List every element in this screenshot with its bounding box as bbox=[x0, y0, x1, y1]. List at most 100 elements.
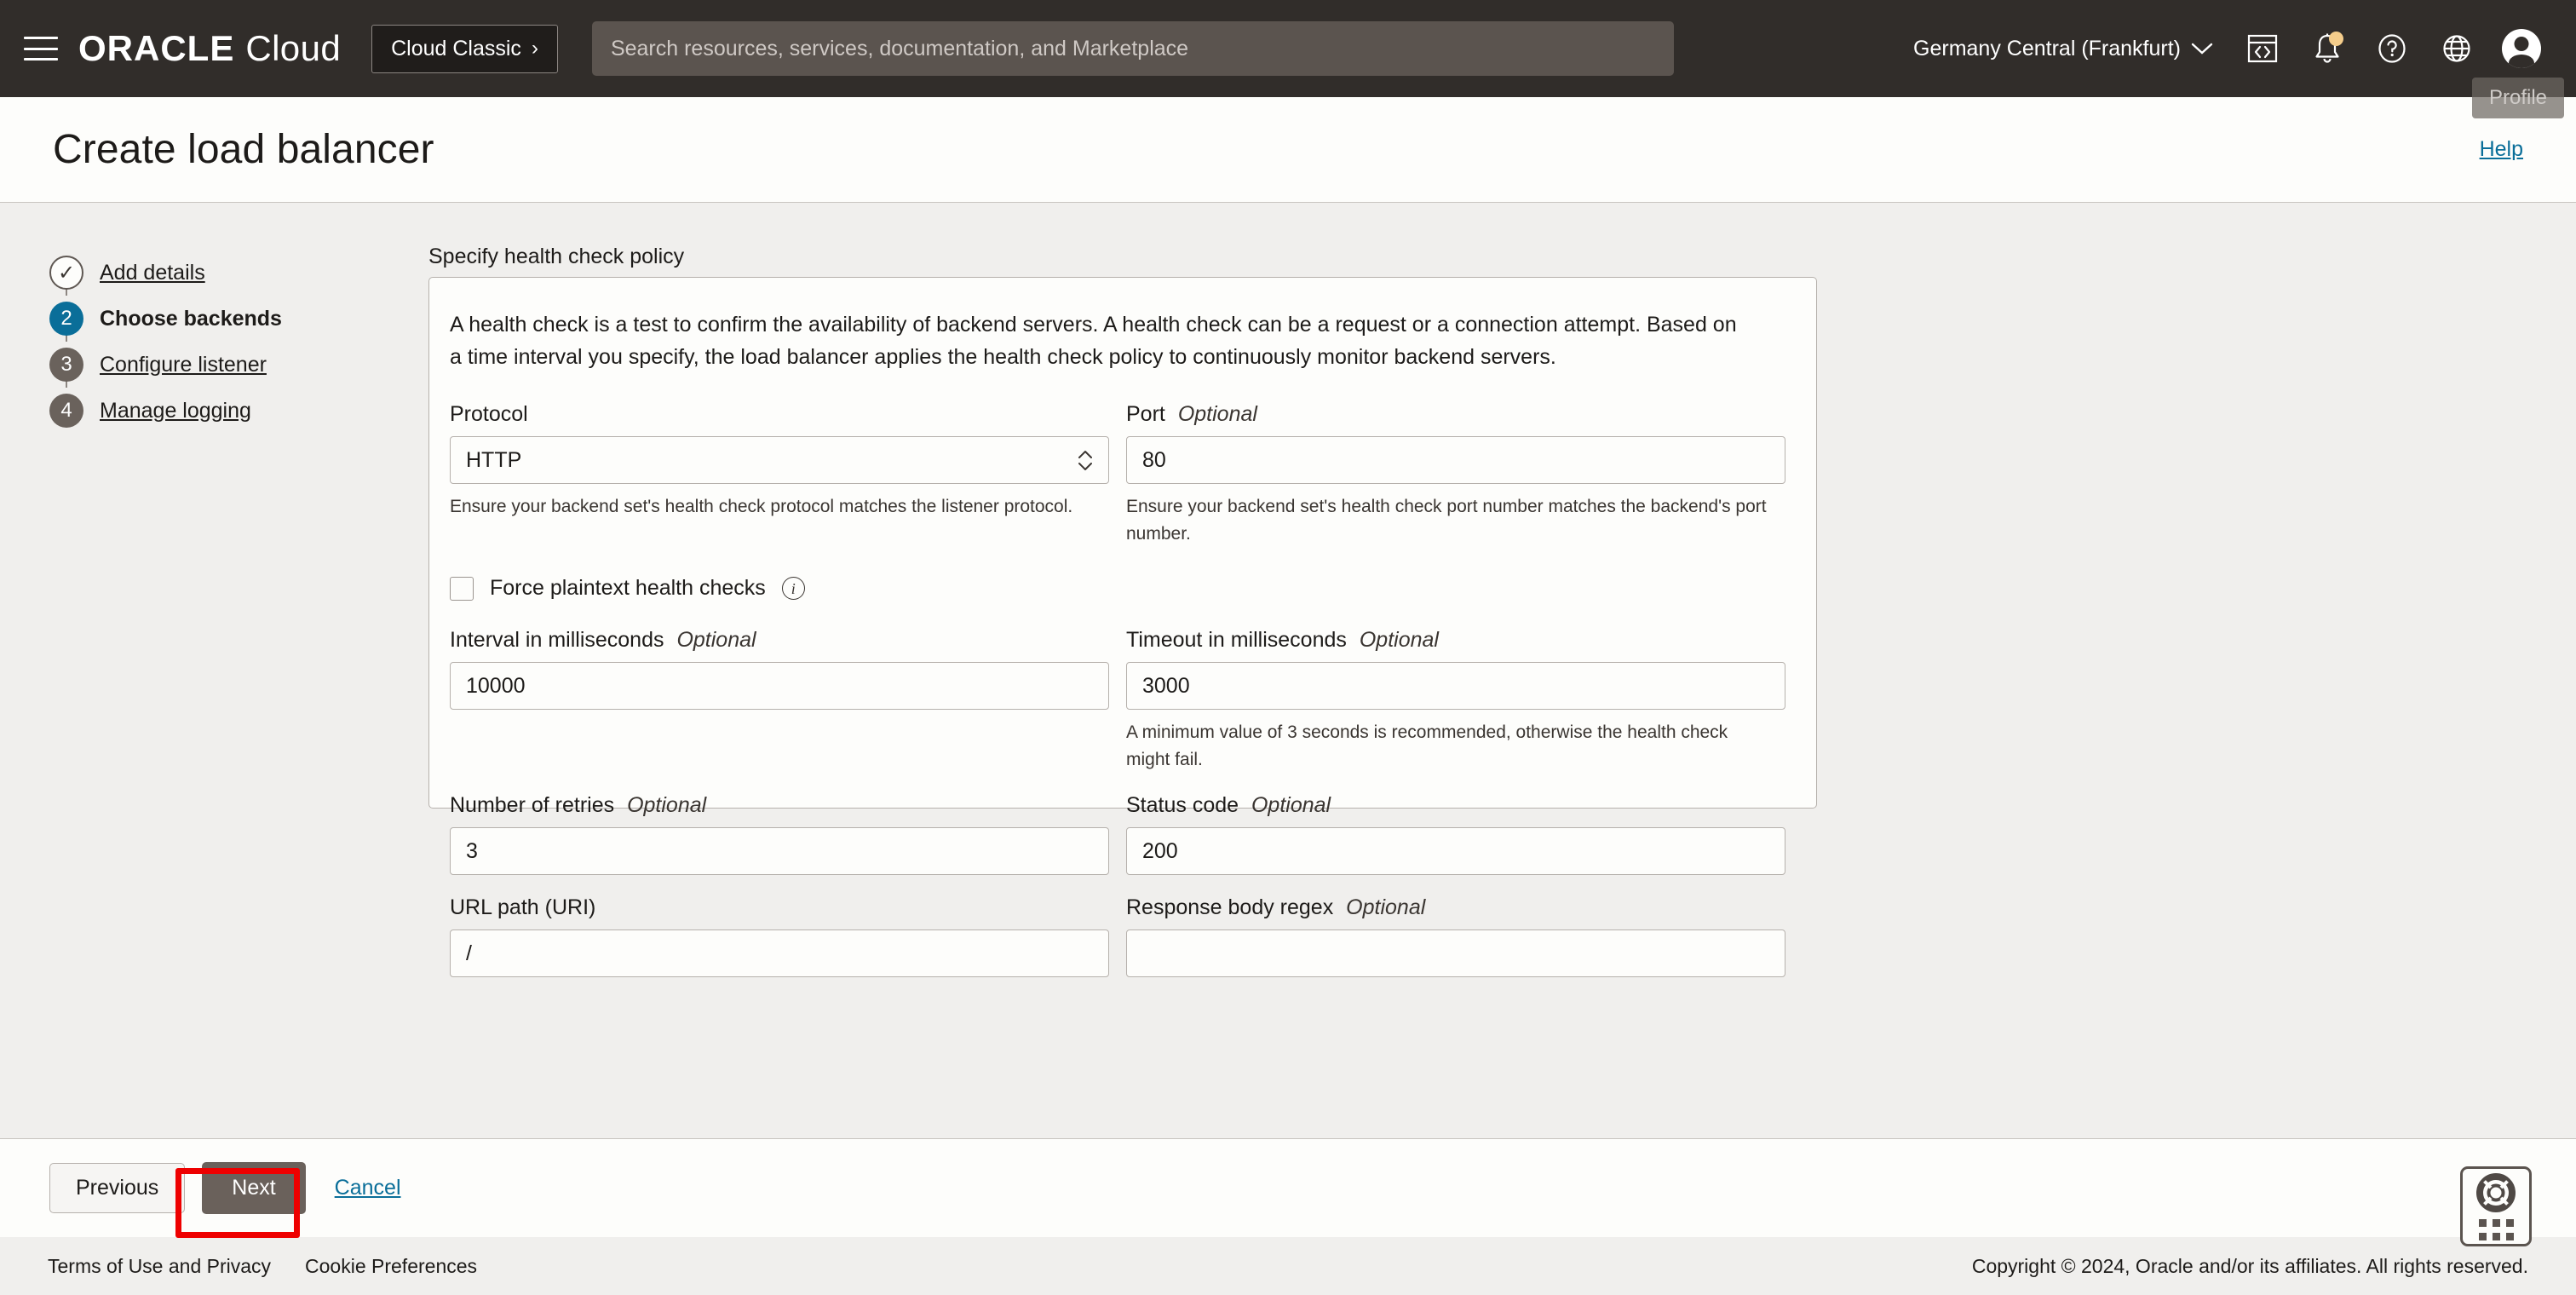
label-port: Port Optional bbox=[1126, 402, 1785, 427]
help-port: Ensure your backend set's health check p… bbox=[1126, 497, 1767, 544]
label-response-regex-text: Response body regex bbox=[1126, 895, 1334, 919]
field-force-plaintext: Force plaintext health checks i bbox=[450, 576, 1796, 601]
step-marker-2: 2 bbox=[49, 302, 83, 336]
status-code-input[interactable]: 200 bbox=[1126, 827, 1785, 875]
notifications-bell-icon[interactable] bbox=[2295, 16, 2360, 81]
label-protocol: Protocol bbox=[450, 402, 1109, 427]
sidebar-item-manage-logging[interactable]: 4 Manage logging bbox=[49, 388, 390, 434]
field-response-regex: Response body regex Optional bbox=[1126, 895, 1785, 977]
profile-tooltip: Profile bbox=[2471, 78, 2564, 118]
region-selector[interactable]: Germany Central (Frankfurt) bbox=[1896, 37, 2230, 61]
sidebar-item-choose-backends[interactable]: 2 Choose backends bbox=[49, 296, 390, 342]
label-port-text: Port bbox=[1126, 402, 1165, 426]
protocol-value: HTTP bbox=[466, 447, 522, 472]
section-heading: Specify health check policy bbox=[428, 245, 685, 268]
support-widget[interactable] bbox=[2460, 1166, 2532, 1246]
spinner-chevrons-icon bbox=[1078, 450, 1093, 471]
cloud-classic-label: Cloud Classic bbox=[391, 36, 521, 60]
force-plaintext-checkbox[interactable] bbox=[450, 576, 474, 601]
label-timeout: Timeout in milliseconds Optional bbox=[1126, 628, 1785, 653]
step-label-choose-backends: Choose backends bbox=[100, 306, 282, 331]
label-status-code: Status code Optional bbox=[1126, 793, 1785, 818]
timeout-value: 3000 bbox=[1142, 673, 1190, 698]
interval-value: 10000 bbox=[466, 673, 526, 698]
field-port: Port Optional 80 Ensure your backend set… bbox=[1126, 402, 1785, 547]
label-interval: Interval in milliseconds Optional bbox=[450, 628, 1109, 653]
language-globe-icon[interactable] bbox=[2424, 16, 2489, 81]
page-footer: Terms of Use and Privacy Cookie Preferen… bbox=[0, 1237, 2576, 1295]
response-regex-input[interactable] bbox=[1126, 930, 1785, 977]
sidebar-item-configure-listener[interactable]: 3 Configure listener bbox=[49, 342, 390, 388]
form-row-interval-timeout: Interval in milliseconds Optional 10000 … bbox=[450, 628, 1796, 773]
next-button[interactable]: Next bbox=[202, 1162, 306, 1214]
step-label-add-details: Add details bbox=[100, 260, 205, 285]
cloud-wordmark: Cloud bbox=[245, 28, 342, 68]
wizard-stepper: ✓ Add details 2 Choose backends 3 Config… bbox=[49, 250, 390, 434]
retries-input[interactable]: 3 bbox=[450, 827, 1109, 875]
step-label-manage-logging: Manage logging bbox=[100, 398, 251, 423]
previous-button[interactable]: Previous bbox=[49, 1163, 186, 1213]
help-timeout: A minimum value of 3 seconds is recommen… bbox=[1126, 722, 1728, 769]
top-navigation-bar: ORACLE Cloud Cloud Classic › Germany Cen… bbox=[0, 0, 2576, 118]
field-url-path: URL path (URI) / bbox=[450, 895, 1109, 977]
cookie-preferences-link[interactable]: Cookie Preferences bbox=[305, 1255, 477, 1278]
form-row-protocol-port: Protocol HTTP Ensure your backend set's … bbox=[450, 402, 1796, 547]
copyright-text: Copyright © 2024, Oracle and/or its affi… bbox=[1971, 1254, 2528, 1277]
label-status-code-optional: Optional bbox=[1251, 793, 1331, 817]
page-title-bar: Create load balancer Help bbox=[0, 97, 2576, 203]
field-interval: Interval in milliseconds Optional 10000 bbox=[450, 628, 1109, 773]
label-protocol-text: Protocol bbox=[450, 402, 528, 426]
label-port-optional: Optional bbox=[1177, 402, 1257, 426]
profile-avatar-icon[interactable] bbox=[2489, 16, 2554, 81]
port-input[interactable]: 80 bbox=[1126, 436, 1785, 484]
retries-value: 3 bbox=[466, 838, 478, 863]
label-status-code-text: Status code bbox=[1126, 793, 1239, 817]
search-input[interactable] bbox=[591, 21, 1674, 76]
step-marker-4: 4 bbox=[49, 394, 83, 428]
row-spacer bbox=[450, 773, 1796, 793]
label-timeout-text: Timeout in milliseconds bbox=[1126, 628, 1347, 652]
lifebuoy-support-icon bbox=[2476, 1172, 2516, 1212]
form-row-url-regex: URL path (URI) / Response body regex Opt… bbox=[450, 895, 1796, 977]
label-response-regex: Response body regex Optional bbox=[1126, 895, 1785, 920]
protocol-select[interactable]: HTTP bbox=[450, 436, 1109, 484]
info-icon[interactable]: i bbox=[781, 577, 805, 600]
help-link[interactable]: Help bbox=[2480, 137, 2523, 162]
footer-links: Terms of Use and Privacy Cookie Preferen… bbox=[48, 1255, 477, 1278]
url-path-input[interactable]: / bbox=[450, 930, 1109, 977]
step-marker-complete-icon: ✓ bbox=[49, 256, 83, 290]
field-protocol: Protocol HTTP Ensure your backend set's … bbox=[450, 402, 1109, 547]
sidebar-item-add-details[interactable]: ✓ Add details bbox=[49, 250, 390, 296]
field-status-code: Status code Optional 200 bbox=[1126, 793, 1785, 875]
panel-description: A health check is a test to confirm the … bbox=[450, 313, 1737, 369]
label-interval-optional: Optional bbox=[676, 628, 756, 652]
code-editor-icon[interactable] bbox=[2230, 16, 2295, 81]
help-protocol: Ensure your backend set's health check p… bbox=[450, 497, 1073, 516]
help-question-icon[interactable] bbox=[2360, 16, 2424, 81]
chevron-down-icon bbox=[2191, 43, 2213, 55]
oracle-cloud-logo[interactable]: ORACLE Cloud bbox=[78, 28, 341, 69]
label-retries-optional: Optional bbox=[627, 793, 707, 817]
step-marker-3: 3 bbox=[49, 348, 83, 382]
port-value: 80 bbox=[1142, 447, 1166, 472]
hamburger-menu-icon[interactable] bbox=[22, 33, 60, 64]
oracle-wordmark: ORACLE bbox=[78, 28, 235, 68]
label-retries-text: Number of retries bbox=[450, 793, 615, 817]
page-title: Create load balancer bbox=[53, 127, 434, 172]
url-path-value: / bbox=[466, 941, 472, 965]
main-content: ✓ Add details 2 Choose backends 3 Config… bbox=[0, 204, 2576, 1138]
avatar bbox=[2502, 29, 2541, 68]
timeout-input[interactable]: 3000 bbox=[1126, 662, 1785, 710]
force-plaintext-label: Force plaintext health checks bbox=[490, 576, 766, 600]
cloud-classic-button[interactable]: Cloud Classic › bbox=[371, 24, 558, 73]
notification-badge-dot bbox=[2329, 32, 2343, 46]
nav-right-cluster: Germany Central (Frankfurt) bbox=[1896, 16, 2554, 81]
interval-input[interactable]: 10000 bbox=[450, 662, 1109, 710]
label-interval-text: Interval in milliseconds bbox=[450, 628, 664, 652]
label-retries: Number of retries Optional bbox=[450, 793, 1109, 818]
status-code-value: 200 bbox=[1142, 838, 1178, 863]
cancel-link[interactable]: Cancel bbox=[335, 1176, 401, 1200]
terms-of-use-link[interactable]: Terms of Use and Privacy bbox=[48, 1255, 271, 1278]
global-search bbox=[591, 21, 1674, 76]
drag-dots-handle[interactable] bbox=[2478, 1218, 2514, 1240]
